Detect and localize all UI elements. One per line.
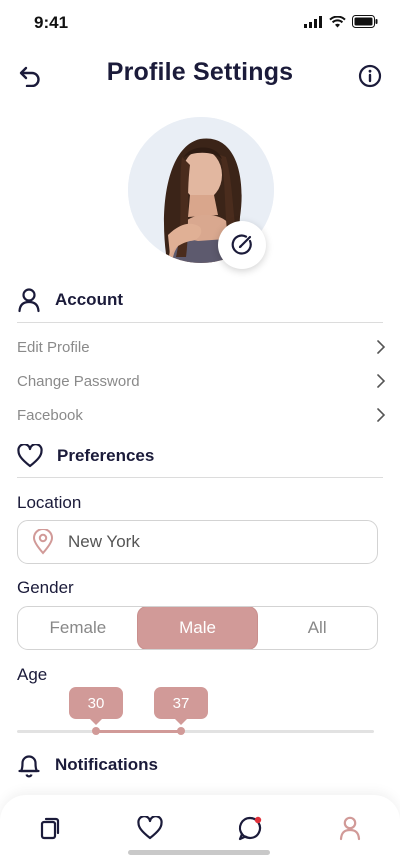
location-label: Location <box>17 493 82 512</box>
info-button[interactable] <box>354 60 386 92</box>
notifications-title: Notifications <box>55 755 158 774</box>
location-field[interactable]: New York <box>17 520 378 564</box>
status-icons <box>304 15 378 28</box>
notifications-section-header: Notifications <box>17 752 158 778</box>
status-time: 9:41 <box>34 13 69 32</box>
heart-icon <box>17 444 43 468</box>
account-divider <box>17 322 383 323</box>
page-title: Profile Settings <box>106 58 294 86</box>
status-bar: 9:41 <box>0 0 400 46</box>
age-slider-range <box>96 730 181 733</box>
preferences-divider <box>17 477 383 478</box>
gender-segmented-control: Female Male All <box>17 606 378 650</box>
nav-cards[interactable] <box>30 811 70 845</box>
cards-icon <box>40 817 60 840</box>
chevron-right-icon <box>377 408 386 422</box>
chat-icon <box>238 816 262 841</box>
age-min-bubble: 30 <box>69 687 123 725</box>
signal-icon <box>304 15 322 28</box>
location-value: New York <box>68 532 140 551</box>
menu-facebook[interactable]: Facebook <box>17 400 387 430</box>
profile-settings-screen: 9:41 Profile Settings Account Edit Profi… <box>0 0 400 865</box>
gender-label: Gender <box>17 578 74 597</box>
menu-label: Edit Profile <box>17 338 90 356</box>
header: Profile Settings <box>0 52 400 98</box>
chevron-right-icon <box>377 340 386 354</box>
chevron-right-icon <box>377 374 386 388</box>
menu-label: Facebook <box>17 406 83 424</box>
profile-icon <box>339 816 361 841</box>
gender-option-female[interactable]: Female <box>18 607 138 649</box>
nav-likes[interactable] <box>130 811 170 845</box>
wifi-icon <box>329 15 346 27</box>
age-min-handle[interactable] <box>92 727 100 735</box>
nav-profile[interactable] <box>330 811 370 845</box>
heart-icon <box>137 816 163 840</box>
battery-icon <box>352 15 378 28</box>
age-max-bubble: 37 <box>154 687 208 725</box>
age-max-handle[interactable] <box>177 727 185 735</box>
menu-edit-profile[interactable]: Edit Profile <box>17 332 387 362</box>
age-label: Age <box>17 665 48 684</box>
menu-label: Change Password <box>17 372 140 390</box>
edit-photo-icon <box>231 234 252 255</box>
edit-photo-button[interactable] <box>218 221 266 269</box>
account-title: Account <box>55 290 123 309</box>
info-icon <box>358 64 382 88</box>
location-pin-icon <box>32 529 54 555</box>
gender-option-all[interactable]: All <box>257 607 377 649</box>
nav-chat[interactable] <box>230 811 270 845</box>
user-icon <box>18 288 40 313</box>
preferences-title: Preferences <box>57 446 155 465</box>
account-section-header: Account <box>17 287 123 313</box>
preferences-section-header: Preferences <box>17 444 154 468</box>
gender-option-male[interactable]: Male <box>137 607 258 649</box>
age-slider-track[interactable] <box>17 730 374 733</box>
bell-icon <box>18 755 40 778</box>
menu-change-password[interactable]: Change Password <box>17 366 387 396</box>
home-indicator <box>128 850 270 855</box>
